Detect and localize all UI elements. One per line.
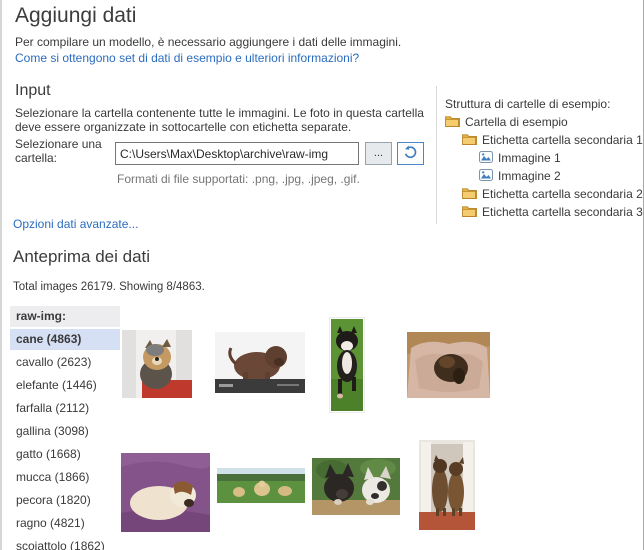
page-title: Aggiungi dati <box>15 4 136 28</box>
folder-icon <box>462 133 477 148</box>
category-item-ragno[interactable]: ragno (4821) <box>10 513 120 534</box>
preview-image-7 <box>312 458 400 515</box>
example-folder-tree: Cartella di esempio Etichetta cartella s… <box>445 113 643 221</box>
folder-path-input[interactable] <box>115 142 359 165</box>
preview-image-5 <box>121 453 210 532</box>
add-data-page: Aggiungi dati Per compilare un modello, … <box>0 0 644 550</box>
folder-select-label: Selezionare una cartella: <box>15 137 111 165</box>
preview-section-heading: Anteprima dei dati <box>13 247 150 267</box>
tree-item-label: Immagine 2 <box>498 169 561 183</box>
category-item-gallina[interactable]: gallina (3098) <box>10 421 120 442</box>
tree-item-sublabel-2: Etichetta cartella secondaria 2 <box>445 185 643 203</box>
preview-image-6 <box>217 468 305 503</box>
refresh-button[interactable] <box>397 142 424 165</box>
tree-item-sublabel-1: Etichetta cartella secondaria 1 <box>445 131 643 149</box>
tree-item-label: Etichetta cartella secondaria 1 <box>482 133 643 147</box>
category-item-gatto[interactable]: gatto (1668) <box>10 444 120 465</box>
tree-item-label: Immagine 1 <box>498 151 561 165</box>
category-item-farfalla[interactable]: farfalla (2112) <box>10 398 120 419</box>
preview-image-3 <box>329 317 365 413</box>
tree-item-sublabel-3: Etichetta cartella secondaria 3 <box>445 203 643 221</box>
tree-item-root-folder: Cartella di esempio <box>445 113 643 131</box>
preview-image-1 <box>122 330 192 398</box>
input-description: Selezionare la cartella contenente tutte… <box>15 106 439 134</box>
category-item-cavallo[interactable]: cavallo (2623) <box>10 352 120 373</box>
folder-icon <box>462 205 477 220</box>
preview-image-4 <box>407 332 490 398</box>
tree-item-image-1: Immagine 1 <box>445 149 643 167</box>
advanced-options-link[interactable]: Opzioni dati avanzate... <box>13 217 138 231</box>
category-list-header: raw-img: <box>10 306 120 327</box>
folder-icon <box>462 187 477 202</box>
tree-item-label: Etichetta cartella secondaria 2 <box>482 187 643 201</box>
category-item-scoiattolo[interactable]: scoiattolo (1862) <box>10 536 120 550</box>
category-item-mucca[interactable]: mucca (1866) <box>10 467 120 488</box>
preview-summary: Total images 26179. Showing 8/4863. <box>13 281 205 293</box>
page-subtitle: Per compilare un modello, è necessario a… <box>15 35 401 49</box>
section-divider <box>436 86 437 224</box>
help-link[interactable]: Come si ottengono set di dati di esempio… <box>15 51 359 65</box>
tree-item-image-2: Immagine 2 <box>445 167 643 185</box>
supported-formats-hint: Formati di file supportati: .png, .jpg, … <box>117 172 360 186</box>
preview-image-2 <box>215 332 305 393</box>
category-list: raw-img: cane (4863) cavallo (2623) elef… <box>10 306 120 550</box>
tree-item-label: Etichetta cartella secondaria 3 <box>482 205 643 219</box>
tree-item-label: Cartella di esempio <box>465 115 568 129</box>
image-icon <box>479 169 493 184</box>
category-item-elefante[interactable]: elefante (1446) <box>10 375 120 396</box>
refresh-icon <box>403 145 418 163</box>
preview-image-8 <box>419 440 475 530</box>
category-item-pecora[interactable]: pecora (1820) <box>10 490 120 511</box>
example-structure-heading: Struttura di cartelle di esempio: <box>445 97 610 111</box>
image-icon <box>479 151 493 166</box>
folder-icon <box>445 115 460 130</box>
browse-button[interactable]: ... <box>365 142 392 165</box>
category-item-cane[interactable]: cane (4863) <box>10 329 120 350</box>
input-section-heading: Input <box>15 82 51 100</box>
